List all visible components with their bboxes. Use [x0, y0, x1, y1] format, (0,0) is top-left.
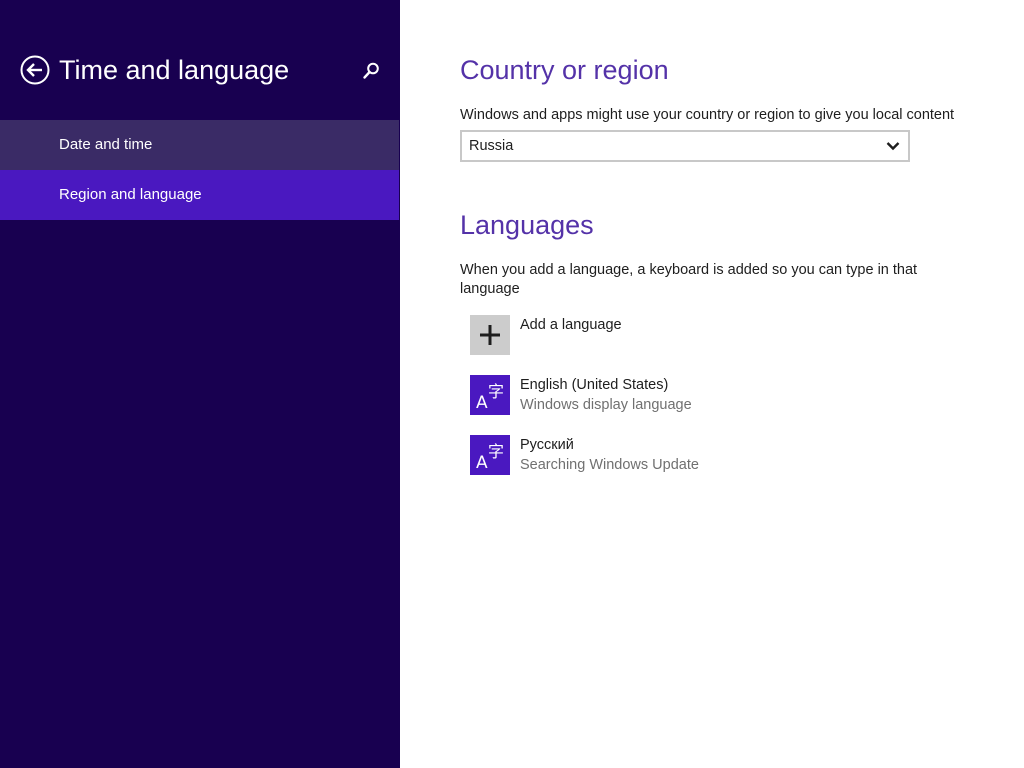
plus-icon — [470, 315, 510, 355]
svg-text:字: 字 — [488, 382, 504, 401]
nav-item-date-and-time[interactable]: Date and time — [0, 120, 399, 170]
language-status: Windows display language — [520, 397, 692, 413]
nav-item-label: Date and time — [59, 136, 153, 153]
svg-text:字: 字 — [488, 442, 504, 461]
country-region-select[interactable]: Russia — [460, 130, 910, 162]
right-pane: Country or region Windows and apps might… — [400, 0, 1024, 768]
language-name: English (United States) — [520, 377, 669, 393]
country-region-heading: Country or region — [460, 55, 669, 85]
nav-item-label: Region and language — [59, 186, 202, 203]
country-region-value: Russia — [469, 138, 514, 154]
language-status: Searching Windows Update — [520, 457, 699, 473]
chevron-down-icon — [886, 140, 900, 152]
svg-text:A: A — [476, 453, 488, 473]
back-arrow-icon — [20, 55, 50, 85]
svg-text:A: A — [476, 393, 488, 413]
settings-app: Time and language Date and time Region a… — [0, 0, 1024, 768]
languages-description: When you add a language, a keyboard is a… — [460, 262, 918, 297]
back-button[interactable] — [20, 55, 50, 85]
nav-item-region-and-language[interactable]: Region and language — [0, 170, 399, 220]
country-region-description: Windows and apps might use your country … — [460, 107, 955, 123]
search-icon — [360, 60, 382, 82]
language-name: Русский — [520, 437, 574, 453]
left-pane: Time and language Date and time Region a… — [0, 0, 400, 768]
search-button[interactable] — [360, 60, 382, 82]
language-item-english[interactable]: A 字 English (United States) Windows disp… — [470, 375, 950, 417]
language-icon: A 字 — [470, 375, 510, 415]
add-language-button[interactable]: Add a language — [470, 315, 950, 357]
add-language-label: Add a language — [520, 317, 622, 333]
languages-heading: Languages — [460, 210, 594, 240]
language-icon: A 字 — [470, 435, 510, 475]
page-title: Time and language — [59, 55, 290, 85]
language-item-russian[interactable]: A 字 Русский Searching Windows Update — [470, 435, 950, 477]
